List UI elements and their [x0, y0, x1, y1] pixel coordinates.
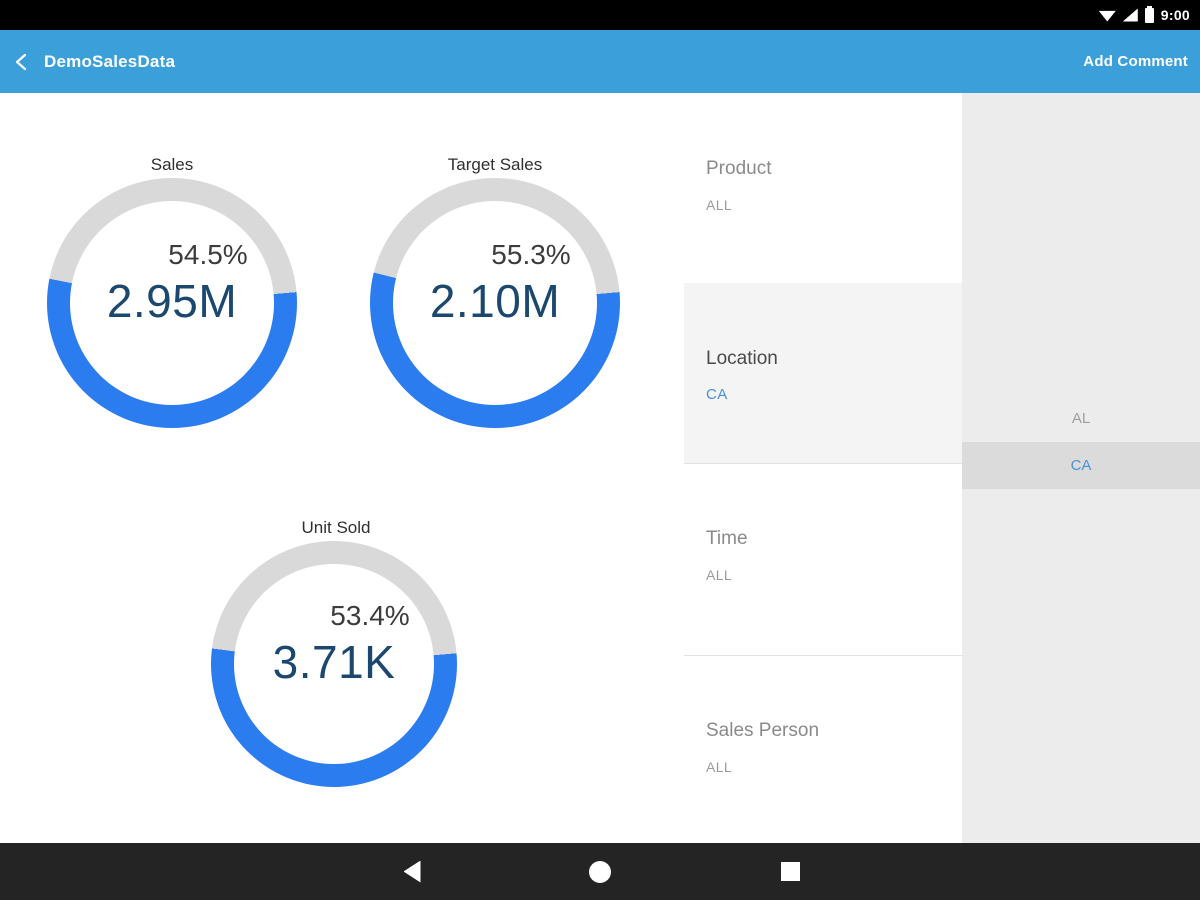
filter-value: ALL: [706, 567, 733, 583]
chevron-left-icon: [15, 53, 27, 70]
filter-section-time[interactable]: Time ALL: [684, 463, 962, 655]
home-circle-icon: [589, 860, 611, 883]
recents-square-icon: [780, 862, 800, 881]
app-bar: DemoSalesData Add Comment: [0, 30, 1200, 93]
filter-label: Location: [706, 348, 778, 369]
gauge-title-target-sales: Target Sales: [447, 155, 543, 174]
filter-value: ALL: [706, 759, 733, 775]
filter-value: CA: [706, 386, 728, 403]
battery-icon: [1144, 5, 1154, 23]
back-triangle-icon: [403, 860, 421, 883]
filter-options-panel: AL CA: [962, 93, 1200, 843]
wifi-icon: [1098, 10, 1116, 22]
filter-panel: Product ALL Location CA Time ALL Sales P…: [684, 93, 962, 843]
nav-home-button[interactable]: [570, 843, 630, 900]
filter-section-sales-person[interactable]: Sales Person ALL: [684, 655, 962, 843]
add-comment-button[interactable]: Add Comment: [1083, 53, 1200, 70]
gauge-title-sales: Sales: [150, 155, 194, 174]
option-ca[interactable]: CA: [962, 442, 1200, 489]
option-al[interactable]: AL: [962, 395, 1200, 442]
gauge-value: 3.71K: [272, 636, 396, 688]
gauge-hole: 53.4% 3.71K: [234, 564, 434, 764]
gauge-chart-sales[interactable]: 54.5% 2.95M: [47, 178, 297, 428]
gauge-value: 2.95M: [106, 275, 238, 327]
gauge-hole: 54.5% 2.95M: [70, 201, 274, 405]
filter-value: ALL: [706, 197, 733, 213]
gauge-chart-target-sales[interactable]: 55.3% 2.10M: [370, 178, 620, 428]
gauge-chart-unit-sold[interactable]: 53.4% 3.71K: [211, 541, 457, 787]
filter-section-product[interactable]: Product ALL: [684, 93, 962, 283]
nav-recents-button[interactable]: [760, 843, 820, 900]
status-time: 9:00: [1160, 7, 1190, 23]
page-title: DemoSalesData: [44, 51, 176, 71]
gauge-hole: 55.3% 2.10M: [393, 201, 597, 405]
gauge-value: 2.10M: [429, 275, 561, 327]
filter-label: Product: [706, 158, 772, 179]
gauge-title-unit-sold: Unit Sold: [301, 518, 371, 537]
filter-label: Sales Person: [706, 720, 820, 741]
gauge-percent: 54.5%: [168, 239, 248, 270]
gauge-percent: 55.3%: [491, 239, 571, 270]
gauge-percent: 53.4%: [330, 600, 410, 631]
app-screen: 9:00 DemoSalesData Add Comment Sales 54.…: [0, 0, 1200, 900]
signal-icon: [1122, 8, 1138, 22]
filter-label: Time: [706, 528, 748, 549]
status-bar: 9:00: [0, 0, 1200, 30]
filter-section-location[interactable]: Location CA: [684, 283, 962, 463]
nav-back-button[interactable]: [382, 843, 442, 900]
back-button[interactable]: [0, 40, 44, 84]
navigation-bar: [0, 843, 1200, 900]
